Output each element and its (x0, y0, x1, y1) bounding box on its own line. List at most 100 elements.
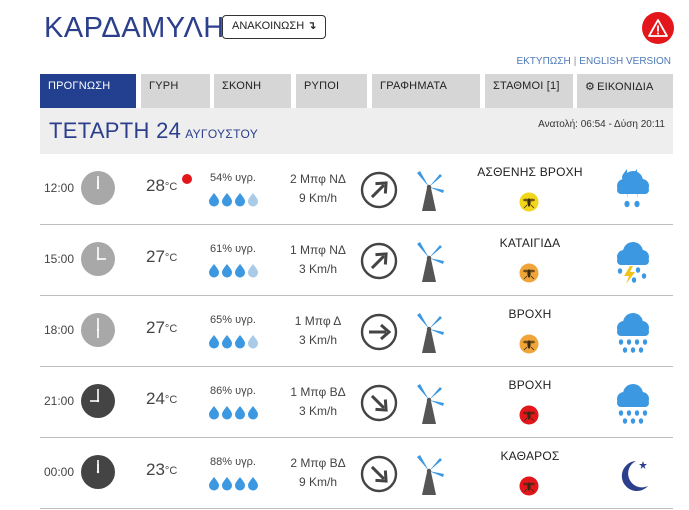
warning-alert-button[interactable] (642, 12, 674, 44)
humidity-drops (208, 476, 260, 497)
wind-info: 2 Μπφ ΝΔ 9 Km/h (276, 170, 360, 208)
humidity-drops (208, 263, 260, 284)
windmill-icon (417, 384, 444, 424)
humidity-drops-icon (209, 264, 258, 278)
wind-info: 1 Μπφ ΒΔ 3 Km/h (276, 383, 360, 421)
humidity-drops-icon (209, 335, 258, 349)
mosquito-badge (519, 405, 539, 430)
wind-direction (360, 384, 398, 427)
clock-icon (81, 455, 115, 489)
wind-direction (360, 242, 398, 285)
wind-beaufort: 1 Μπφ ΝΔ (290, 243, 346, 257)
tab-pollen[interactable]: ΓΥΡΗ (141, 74, 210, 108)
wind-speed: 3 Km/h (298, 404, 337, 418)
humidity-drops-icon (209, 477, 258, 491)
page-header: ΚΑΡΔΑΜΥΛΗ ΑΝΑΚΟΙΝΩΣΗ ↴ ΕΚΤΥΠΩΣΗ | ENGLISH V… (0, 0, 689, 72)
thunderstorm-icon (617, 242, 649, 284)
humidity-drops-icon (209, 406, 258, 420)
windmill-icon (417, 313, 444, 353)
tab-label: ΓΡΑΦΗΜΑΤΑ (380, 80, 448, 92)
wind-direction-arrow-icon (360, 313, 398, 351)
wind-speed: 9 Km/h (298, 191, 337, 205)
weather-condition: ΚΑΘΑΡΟΣ (500, 449, 560, 463)
wind-beaufort: 1 Μπφ Δ (294, 314, 342, 328)
temperature-value: 23 (146, 460, 165, 479)
tab-label: ΡΥΠΟΙ (304, 80, 340, 92)
tab-charts[interactable]: ΓΡΑΦΗΜΑΤΑ (372, 74, 480, 108)
windmill-icon (417, 242, 444, 282)
rain-cloud-icon (617, 169, 649, 208)
windmill-icon (417, 171, 444, 211)
tab-label: ΓΥΡΗ (149, 80, 179, 92)
arrow-down-right-icon: ↴ (307, 20, 317, 32)
clock-icon (81, 242, 115, 276)
print-link[interactable]: ΕΚΤΥΠΩΣΗ (516, 56, 570, 67)
wind-info: 2 Μπφ ΒΔ 9 Km/h (276, 454, 360, 492)
weather-icon (610, 381, 656, 432)
heavy-rain-icon (617, 313, 649, 353)
humidity-value: 88% υγρ. (210, 456, 256, 468)
english-version-link[interactable]: ENGLISH VERSION (579, 56, 671, 67)
wind-info: 1 Μπφ ΝΔ 3 Km/h (276, 241, 360, 279)
windmill-icon (417, 455, 444, 495)
forecast-time: 15:00 (44, 252, 75, 266)
wind-speed: 3 Km/h (298, 262, 337, 276)
wind-direction-arrow-icon (360, 242, 398, 280)
wind-beaufort: 2 Μπφ ΒΔ (290, 456, 346, 470)
wind-info: 1 Μπφ Δ 3 Km/h (276, 312, 360, 350)
temperature: 23°C (146, 460, 177, 480)
mosquito-badge (519, 476, 539, 501)
wind-direction-arrow-icon (360, 384, 398, 422)
wind-direction (360, 313, 398, 356)
weather-condition: ΒΡΟΧΗ (508, 378, 552, 392)
forecast-row: 18:00 27°C 65% υγρ. 1 Μπφ Δ 3 Km/h ΒΡΟΧΗ (40, 296, 673, 367)
announcement-label: ΑΝΑΚΟΙΝΩΣΗ (232, 20, 305, 32)
wind-speed: 3 Km/h (298, 333, 337, 347)
heat-alert-dot (182, 174, 192, 184)
date-month: ΑΥΓΟΥΣΤΟΥ (185, 127, 259, 141)
tab-icons[interactable]: ⚙ ΕΙΚΟΝΙΔΙΑ (577, 74, 673, 108)
clock-icon (81, 313, 115, 347)
mosquito-risk-badge-icon (519, 334, 539, 354)
page-title: ΚΑΡΔΑΜΥΛΗ (44, 12, 225, 44)
temperature-value: 28 (146, 176, 165, 195)
top-links: ΕΚΤΥΠΩΣΗ | ENGLISH VERSION (516, 56, 671, 67)
tab-pollutants[interactable]: ΡΥΠΟΙ (296, 74, 367, 108)
announcement-button[interactable]: ΑΝΑΚΟΙΝΩΣΗ ↴ (222, 15, 327, 39)
link-separator: | (573, 56, 577, 67)
mosquito-risk-badge-icon (519, 192, 539, 212)
temperature-value: 27 (146, 318, 165, 337)
humidity-drops (208, 192, 260, 213)
weather-icon (610, 310, 656, 361)
temperature: 27°C (146, 318, 177, 338)
weather-icon (610, 239, 656, 290)
tab-dust[interactable]: ΣΚΟΝΗ (214, 74, 291, 108)
windmill (412, 450, 448, 501)
forecast-row: 00:00 23°C 88% υγρ. 2 Μπφ ΒΔ 9 Km/h ΚΑΘΑΡΟΣ (40, 438, 673, 509)
tab-label: ΣΚΟΝΗ (222, 80, 262, 92)
humidity-value: 86% υγρ. (210, 385, 256, 397)
temperature-unit: °C (164, 394, 178, 406)
weather-icon (610, 168, 656, 219)
wind-direction (360, 171, 398, 214)
wind-direction-arrow-icon (360, 455, 398, 493)
temperature-unit: °C (164, 181, 178, 193)
wind-beaufort: 1 Μπφ ΒΔ (290, 385, 346, 399)
date-header: ΤΕΤΑΡΤΗ 24 ΑΥΓΟΥΣΤΟΥ Ανατολή: 06:54 - Δύσ… (40, 108, 673, 154)
wind-direction (360, 455, 398, 498)
temperature: 27°C (146, 247, 177, 267)
temperature: 24°C (146, 389, 177, 409)
forecast-time: 00:00 (44, 465, 75, 479)
windmill (412, 379, 448, 430)
temperature-unit: °C (164, 465, 178, 477)
weather-icon (610, 452, 656, 503)
mosquito-badge (519, 192, 539, 217)
mosquito-risk-badge-icon (519, 263, 539, 283)
clock-icon (81, 171, 115, 205)
tab-forecast[interactable]: ΠΡΟΓΝΩΣΗ (40, 74, 136, 108)
forecast-row: 15:00 27°C 61% υγρ. 1 Μπφ ΝΔ 3 Km/h ΚΑΤΑΙΓΙΔΑ (40, 225, 673, 296)
tab-label: ΠΡΟΓΝΩΣΗ (48, 80, 111, 92)
tab-stations[interactable]: ΣΤΑΘΜΟΙ [1] (485, 74, 573, 108)
forecast-row: 12:00 28°C 54% υγρ. 2 Μπφ ΝΔ 9 Km/h ΑΣΘΕΝΗΣ Β… (40, 154, 673, 225)
night-clock (80, 454, 116, 495)
